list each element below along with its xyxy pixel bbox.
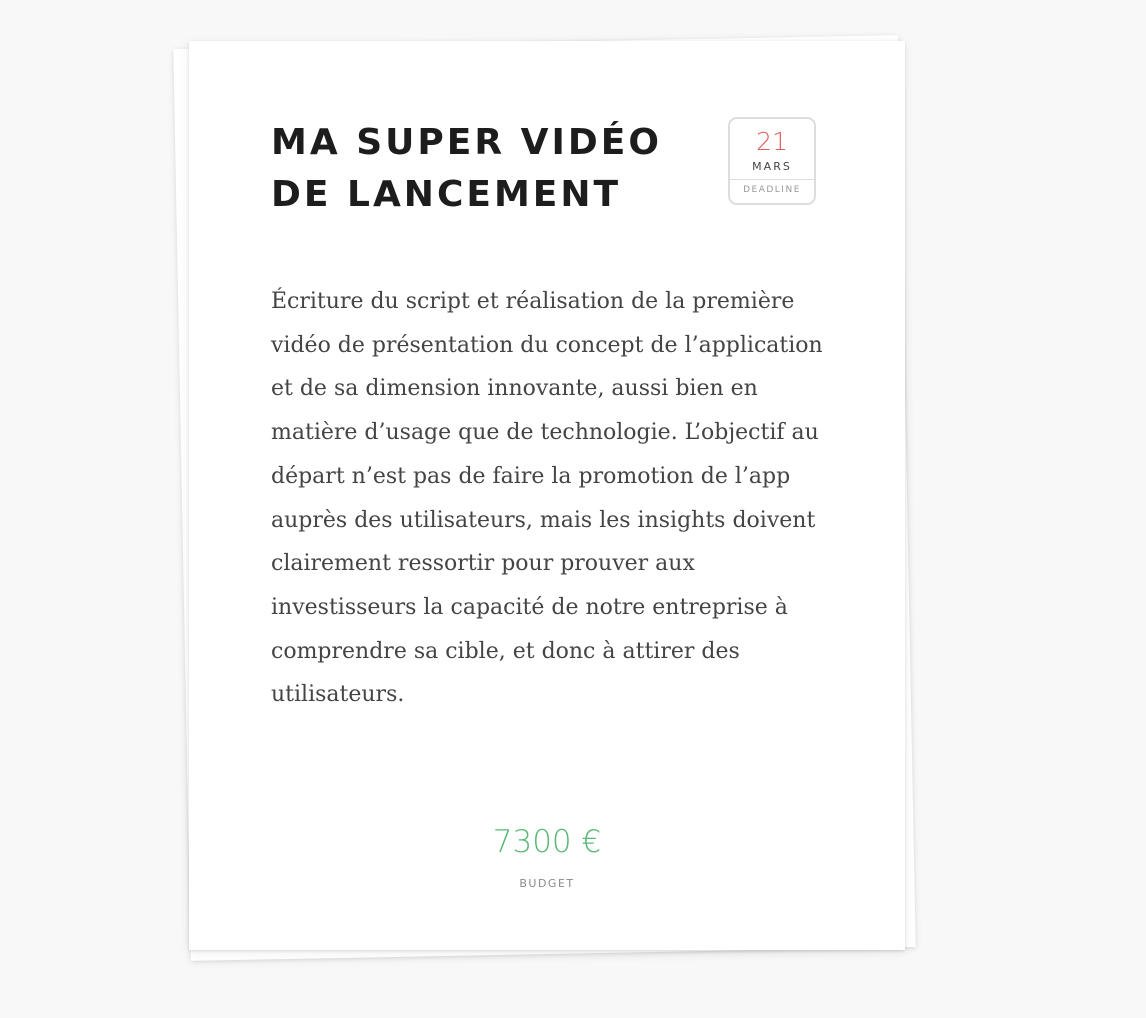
deadline-day: 21 — [756, 127, 788, 156]
budget-label: BUDGET — [519, 877, 575, 890]
project-description: Écriture du script et réalisation de la … — [271, 289, 823, 708]
project-card[interactable]: MA SUPER VIDÉO DE LANCEMENT 21 MARS DEAD… — [189, 41, 905, 950]
deadline-badge: 21 MARS DEADLINE — [728, 117, 816, 205]
project-card-stack: MA SUPER VIDÉO DE LANCEMENT 21 MARS DEAD… — [0, 0, 1146, 1018]
project-title: MA SUPER VIDÉO DE LANCEMENT — [271, 122, 662, 215]
budget-block: 7300 € BUDGET — [189, 822, 905, 890]
deadline-label: DEADLINE — [743, 185, 801, 195]
budget-value: 7300 € — [492, 824, 602, 860]
deadline-month: MARS — [752, 160, 792, 173]
